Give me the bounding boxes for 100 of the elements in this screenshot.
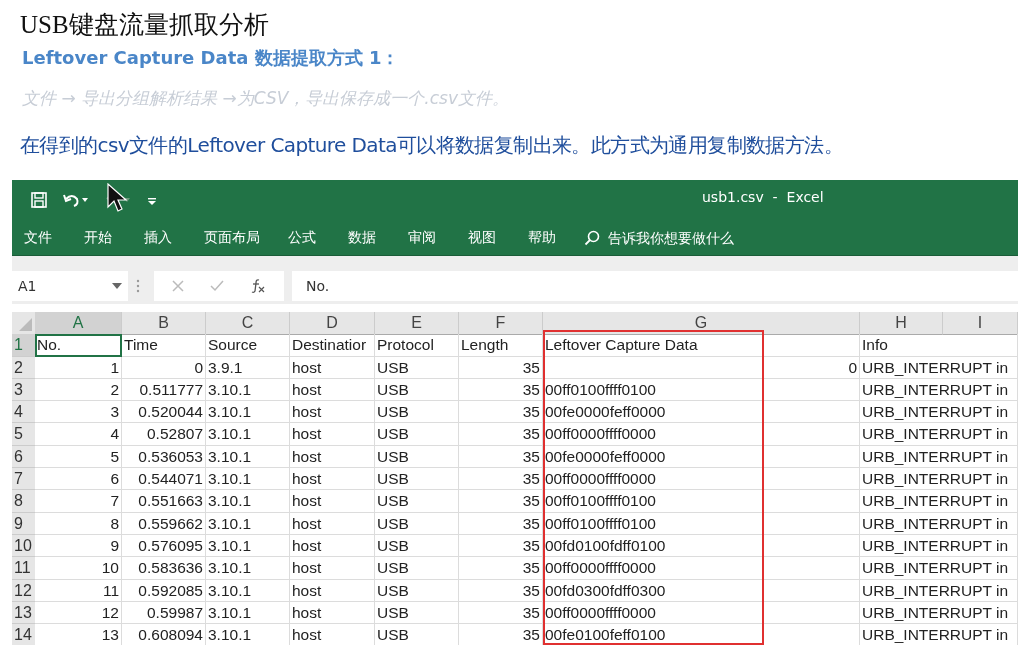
row-header[interactable]: 4: [12, 401, 35, 424]
ribbon-tab[interactable]: 帮助: [528, 228, 556, 247]
row-header[interactable]: 9: [12, 512, 35, 535]
table-cell: host: [290, 512, 375, 535]
table-cell: Source: [206, 334, 290, 357]
table-cell: 00ff0000ffff0000: [543, 423, 860, 446]
check-icon[interactable]: [210, 280, 224, 292]
ribbon-tab[interactable]: 审阅: [408, 228, 436, 247]
table-cell: 4: [35, 423, 122, 446]
table-cell: 0.536053: [122, 445, 206, 469]
table-cell: USB: [375, 378, 459, 402]
table-cell: 35: [459, 468, 543, 491]
table-cell: 00fe0000feff0000: [543, 445, 860, 469]
column-header[interactable]: G: [543, 312, 860, 335]
table-cell: 35: [459, 445, 543, 469]
table-cell: 35: [459, 490, 543, 513]
table-cell: 0.551663: [122, 490, 206, 513]
ribbon-tab[interactable]: 开始: [84, 228, 112, 247]
ribbon-tab[interactable]: 视图: [468, 228, 496, 247]
table-cell: Destinatior: [290, 334, 375, 357]
table-cell: host: [290, 557, 375, 580]
row-header[interactable]: 5: [12, 423, 35, 446]
table-cell: URB_INTERRUPT in: [860, 512, 1018, 535]
table-cell: USB: [375, 356, 459, 379]
row-header[interactable]: 3: [12, 378, 35, 402]
column-header[interactable]: E: [375, 312, 459, 335]
ribbon-tab[interactable]: 页面布局: [204, 228, 260, 247]
row-header[interactable]: 1: [12, 334, 35, 357]
table-cell: Leftover Capture Data: [543, 334, 860, 357]
row-header[interactable]: 10: [12, 534, 35, 558]
row-header[interactable]: 6: [12, 445, 35, 469]
save-icon[interactable]: [30, 191, 48, 209]
table-cell: URB_INTERRUPT in: [860, 534, 1018, 558]
table-cell: 3.10.1: [206, 624, 290, 645]
table-cell: URB_INTERRUPT in: [860, 401, 1018, 424]
table-cell: 3.10.1: [206, 601, 290, 625]
table-cell: host: [290, 445, 375, 469]
ribbon-tab[interactable]: 插入: [144, 228, 172, 247]
formula-field[interactable]: No.: [292, 271, 1018, 301]
table-cell: 0.59987: [122, 601, 206, 625]
row-header[interactable]: 14: [12, 624, 35, 645]
table-cell: URB_INTERRUPT in: [860, 423, 1018, 446]
table-cell: 8: [35, 512, 122, 535]
step-text: 文件 → 导出分组解析结果 →为CSV，导出保存成一个.csv文件。: [22, 87, 509, 110]
table-cell: USB: [375, 534, 459, 558]
table-cell: 35: [459, 579, 543, 602]
table-cell: 0.520044: [122, 401, 206, 424]
column-header[interactable]: I: [943, 312, 1018, 335]
row-header[interactable]: 13: [12, 601, 35, 625]
table-cell: 00ff0000ffff0000: [543, 557, 860, 580]
row-header[interactable]: 8: [12, 490, 35, 513]
table-cell: 12: [35, 601, 122, 625]
table-cell: 3.10.1: [206, 378, 290, 402]
table-cell: USB: [375, 579, 459, 602]
ribbon-tab[interactable]: 数据: [348, 228, 376, 247]
ribbon-tab[interactable]: 文件: [24, 228, 52, 247]
column-header[interactable]: C: [206, 312, 290, 335]
table-cell: host: [290, 356, 375, 379]
drag-handle-icon[interactable]: [136, 279, 140, 293]
table-cell: 35: [459, 423, 543, 446]
tell-me-field[interactable]: 告诉我你想要做什么: [584, 228, 790, 247]
table-cell: 0.511777: [122, 378, 206, 402]
row-header[interactable]: 12: [12, 579, 35, 602]
table-cell: 0.544071: [122, 468, 206, 491]
table-cell: URB_INTERRUPT in: [860, 356, 1018, 379]
table-cell: 13: [35, 624, 122, 645]
table-cell: No.: [35, 334, 122, 357]
table-cell: USB: [375, 445, 459, 469]
column-header[interactable]: A: [35, 312, 122, 336]
table-cell: host: [290, 423, 375, 446]
function-icon[interactable]: [250, 278, 266, 294]
table-cell: 10: [35, 557, 122, 580]
table-cell: host: [290, 468, 375, 491]
table-cell: 00ff0100ffff0100: [543, 378, 860, 402]
table-cell: 0.608094: [122, 624, 206, 645]
row-header[interactable]: 11: [12, 557, 35, 580]
table-cell: 6: [35, 468, 122, 491]
table-cell: USB: [375, 401, 459, 424]
table-cell: 5: [35, 445, 122, 469]
table-cell: 35: [459, 356, 543, 379]
window-title: usb1.csv - Excel: [702, 189, 824, 205]
table-cell: 3.10.1: [206, 512, 290, 535]
table-cell: 00ff0100ffff0100: [543, 490, 860, 513]
table-cell: 35: [459, 624, 543, 645]
column-header[interactable]: H: [860, 312, 943, 335]
slide-subtitle: Leftover Capture Data 数据提取方式 1：: [22, 46, 400, 70]
table-cell: 3.10.1: [206, 401, 290, 424]
row-header[interactable]: 7: [12, 468, 35, 491]
row-header[interactable]: 2: [12, 356, 35, 379]
table-cell: USB: [375, 557, 459, 580]
column-header[interactable]: F: [459, 312, 543, 335]
table-cell: host: [290, 378, 375, 402]
table-cell: 35: [459, 401, 543, 424]
column-header[interactable]: D: [290, 312, 375, 335]
column-header[interactable]: B: [122, 312, 206, 335]
name-box[interactable]: A1: [12, 271, 128, 301]
table-cell: 3.10.1: [206, 579, 290, 602]
table-cell: 35: [459, 534, 543, 558]
ribbon-tab[interactable]: 公式: [288, 228, 316, 247]
table-cell: 0.52807: [122, 423, 206, 446]
